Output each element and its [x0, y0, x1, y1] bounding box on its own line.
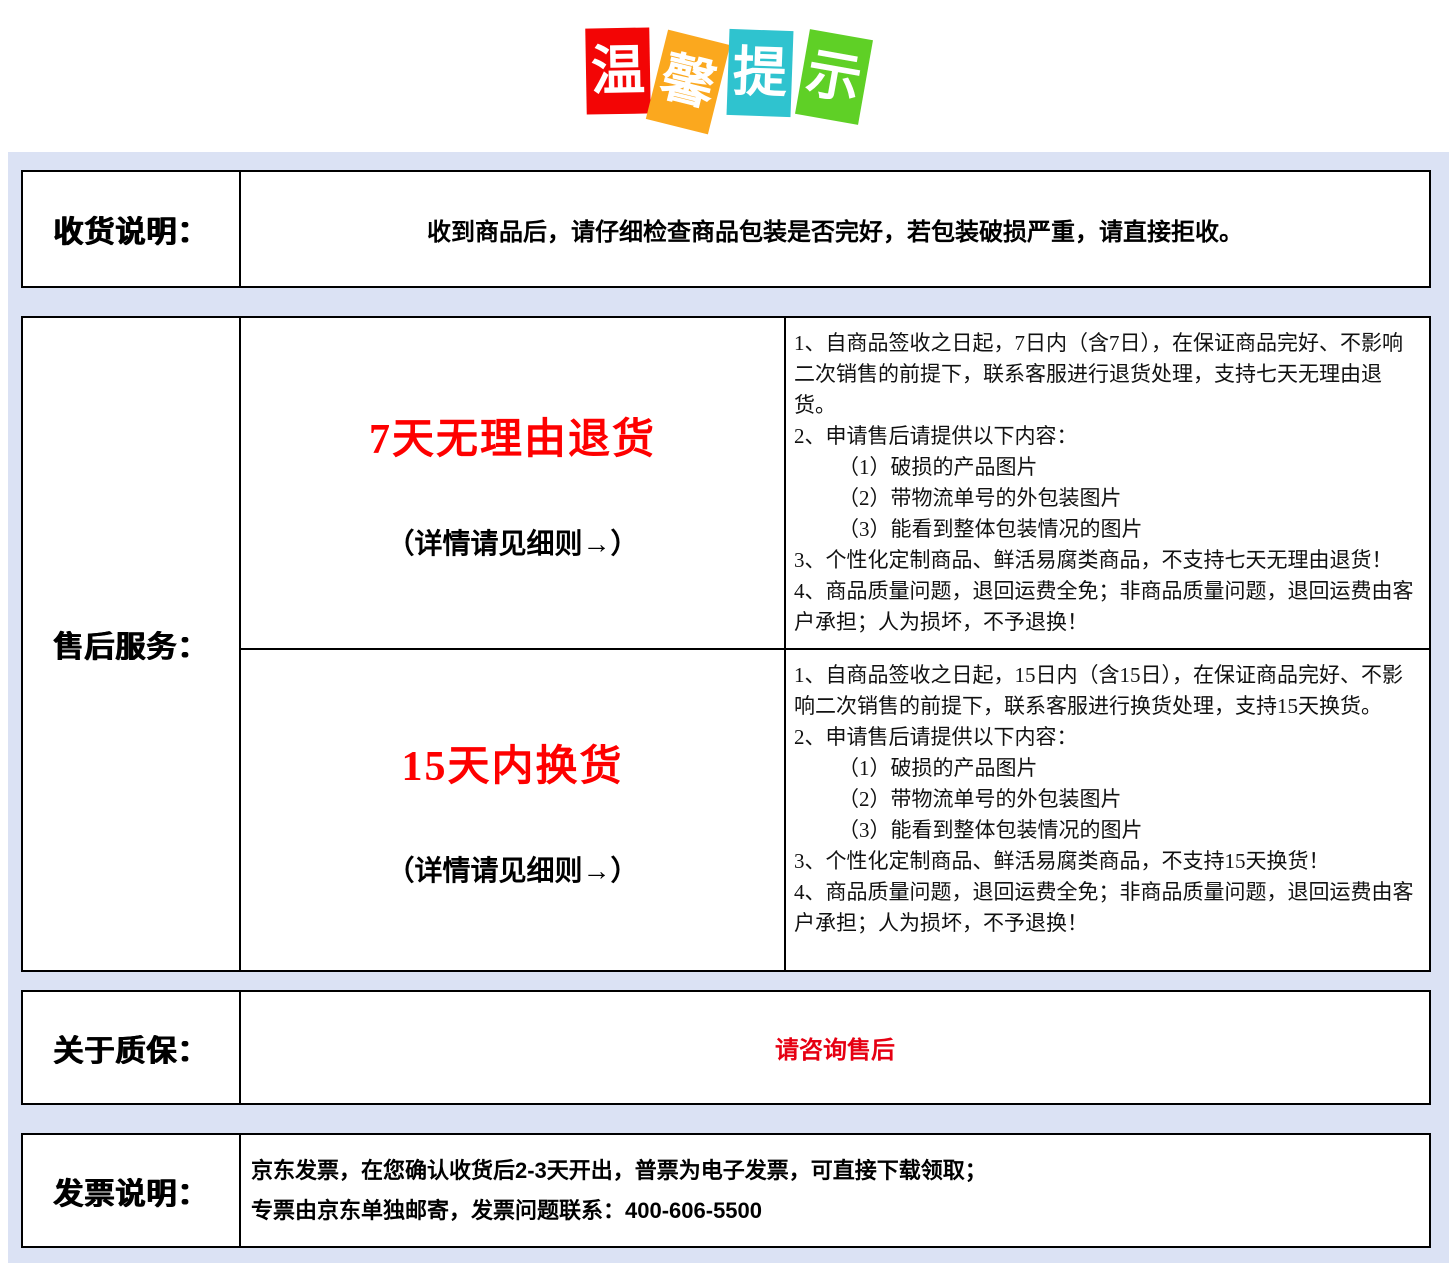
logo-tile-wen: 温	[585, 27, 650, 114]
warranty-label-cell: 关于质保：	[23, 992, 241, 1103]
detail-line: （3）能看到整体包装情况的图片	[794, 815, 1419, 846]
logo-char: 提	[732, 45, 788, 101]
exchange-policy-cell: 15天内换货 （详情请见细则→）	[241, 650, 786, 970]
detail-line: 2、申请售后请提供以下内容：	[794, 421, 1419, 452]
invoice-content-cell: 京东发票，在您确认收货后2-3天开出，普票为电子发票，可直接下载领取； 专票由京…	[241, 1135, 1429, 1246]
logo-char: 温	[591, 44, 646, 99]
logo-tile-xin: 馨	[646, 30, 730, 135]
receiving-label-cell: 收货说明：	[23, 172, 241, 286]
after-sales-label: 售后服务：	[54, 622, 209, 666]
return-policy-cell: 7天无理由退货 （详情请见细则→）	[241, 318, 786, 650]
invoice-table: 发票说明： 京东发票，在您确认收货后2-3天开出，普票为电子发票，可直接下载领取…	[21, 1133, 1431, 1248]
receiving-table: 收货说明： 收到商品后，请仔细检查商品包装是否完好，若包装破损严重，请直接拒收。	[21, 170, 1431, 288]
detail-line: （3）能看到整体包装情况的图片	[794, 514, 1419, 545]
warranty-content-cell: 请咨询售后	[241, 992, 1429, 1103]
invoice-line: 专票由京东单独邮寄，发票问题联系：400-606-5500	[251, 1191, 1429, 1231]
return-policy-headline: 7天无理由退货	[369, 405, 656, 466]
detail-line: 4、商品质量问题，退回运费全免；非商品质量问题，退回运费由客户承担；人为损坏，不…	[794, 877, 1419, 939]
detail-line: （2）带物流单号的外包装图片	[794, 483, 1419, 514]
detail-line: （1）破损的产品图片	[794, 452, 1419, 483]
detail-line: 3、个性化定制商品、鲜活易腐类商品，不支持15天换货！	[794, 846, 1419, 877]
exchange-policy-details: 1、自商品签收之日起，15日内（含15日），在保证商品完好、不影响二次销售的前提…	[786, 650, 1429, 970]
receiving-content-cell: 收到商品后，请仔细检查商品包装是否完好，若包装破损严重，请直接拒收。	[241, 172, 1429, 286]
logo-char: 馨	[655, 49, 720, 114]
warranty-table: 关于质保： 请咨询售后	[21, 990, 1431, 1105]
detail-line: 3、个性化定制商品、鲜活易腐类商品，不支持七天无理由退货！	[794, 545, 1419, 576]
return-policy-details: 1、自商品签收之日起，7日内（含7日），在保证商品完好、不影响二次销售的前提下，…	[786, 318, 1429, 650]
detail-line: 4、商品质量问题，退回运费全免；非商品质量问题，退回运费由客户承担；人为损坏，不…	[794, 576, 1419, 638]
exchange-policy-headline: 15天内换货	[401, 732, 623, 793]
receiving-content: 收到商品后，请仔细检查商品包装是否完好，若包装破损严重，请直接拒收。	[407, 212, 1263, 247]
invoice-label-cell: 发票说明：	[23, 1135, 241, 1246]
logo-char: 示	[803, 46, 866, 109]
invoice-label: 发票说明：	[54, 1169, 209, 1213]
warranty-label: 关于质保：	[54, 1026, 209, 1070]
detail-line: 1、自商品签收之日起，7日内（含7日），在保证商品完好、不影响二次销售的前提下，…	[794, 328, 1419, 421]
detail-line: （2）带物流单号的外包装图片	[794, 784, 1419, 815]
after-sales-table: 售后服务： 7天无理由退货 （详情请见细则→） 1、自商品签收之日起，7日内（含…	[21, 316, 1431, 972]
invoice-line: 京东发票，在您确认收货后2-3天开出，普票为电子发票，可直接下载领取；	[251, 1151, 1429, 1191]
detail-line: 2、申请售后请提供以下内容：	[794, 722, 1419, 753]
logo-tile-shi: 示	[795, 29, 873, 125]
return-policy-note: （详情请见细则→）	[386, 522, 638, 562]
logo-area: 温 馨 提 示	[0, 0, 1452, 152]
warranty-content: 请咨询售后	[775, 1030, 895, 1065]
after-sales-label-cell: 售后服务：	[23, 318, 241, 970]
logo-tile-ti: 提	[727, 29, 794, 117]
warm-tips-logo: 温 馨 提 示	[586, 0, 866, 128]
detail-line: 1、自商品签收之日起，15日内（含15日），在保证商品完好、不影响二次销售的前提…	[794, 660, 1419, 722]
notice-panel: 收货说明： 收到商品后，请仔细检查商品包装是否完好，若包装破损严重，请直接拒收。…	[8, 152, 1449, 1263]
exchange-policy-note: （详情请见细则→）	[386, 849, 638, 889]
detail-line: （1）破损的产品图片	[794, 753, 1419, 784]
receiving-label: 收货说明：	[54, 207, 209, 251]
